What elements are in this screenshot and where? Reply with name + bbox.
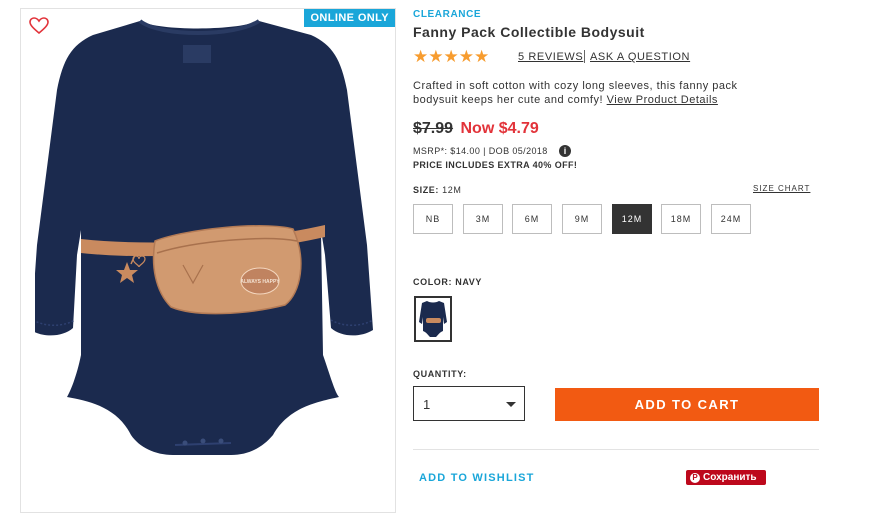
product-image-panel: ONLINE ONLY ALWAYS HAPPY xyxy=(20,8,396,513)
sale-price: Now $4.79 xyxy=(460,120,539,137)
divider xyxy=(413,449,819,450)
selected-color: NAVY xyxy=(455,277,482,287)
view-details-link[interactable]: View Product Details xyxy=(607,94,718,106)
product-description: Crafted in soft cotton with cozy long sl… xyxy=(413,79,785,107)
pinterest-icon: P xyxy=(690,472,700,483)
product-image[interactable]: ALWAYS HAPPY xyxy=(35,15,385,495)
color-label-text: COLOR: xyxy=(413,277,453,287)
msrp-text: MSRP*: $14.00 | DOB 05/2018 xyxy=(413,146,548,156)
chevron-down-icon xyxy=(506,402,516,407)
rating-stars[interactable]: ★★★★★ xyxy=(413,47,489,67)
selected-size: 12M xyxy=(442,185,462,195)
color-label: COLOR: NAVY xyxy=(413,277,482,287)
size-option-24m[interactable]: 24M xyxy=(711,204,751,234)
size-label-text: SIZE: xyxy=(413,185,440,195)
size-option-3m[interactable]: 3M xyxy=(463,204,503,234)
size-label: SIZE: 12M xyxy=(413,185,461,195)
quantity-value: 1 xyxy=(423,397,431,412)
extra-discount-text: PRICE INCLUDES EXTRA 40% OFF! xyxy=(413,160,578,170)
original-price: $7.99 xyxy=(413,120,454,137)
size-option-6m[interactable]: 6M xyxy=(512,204,552,234)
quantity-label: QUANTITY: xyxy=(413,369,467,379)
print-text: ALWAYS HAPPY xyxy=(240,279,280,285)
add-to-wishlist-link[interactable]: ADD TO WISHLIST xyxy=(419,472,535,484)
link-separator xyxy=(584,50,585,63)
product-title: Fanny Pack Collectible Bodysuit xyxy=(413,24,645,40)
reviews-link[interactable]: 5 REVIEWS xyxy=(518,51,583,63)
clearance-label: CLEARANCE xyxy=(413,9,482,20)
size-option-18m[interactable]: 18M xyxy=(661,204,701,234)
swatch-thumbnail xyxy=(419,301,447,337)
size-option-nb[interactable]: NB xyxy=(413,204,453,234)
info-icon[interactable]: i xyxy=(559,145,571,157)
quantity-select[interactable]: 1 xyxy=(413,386,525,421)
pinterest-save-button[interactable]: P Сохранить xyxy=(686,470,766,485)
add-to-cart-button[interactable]: ADD TO CART xyxy=(555,388,819,421)
price-row: $7.99 Now $4.79 xyxy=(413,120,539,138)
pinterest-save-label: Сохранить xyxy=(703,472,757,483)
color-swatch-navy[interactable] xyxy=(414,296,452,342)
ask-question-link[interactable]: ASK A QUESTION xyxy=(590,51,690,63)
size-option-12m[interactable]: 12M xyxy=(612,204,652,234)
size-chart-link[interactable]: SIZE CHART xyxy=(753,184,810,193)
size-option-9m[interactable]: 9M xyxy=(562,204,602,234)
